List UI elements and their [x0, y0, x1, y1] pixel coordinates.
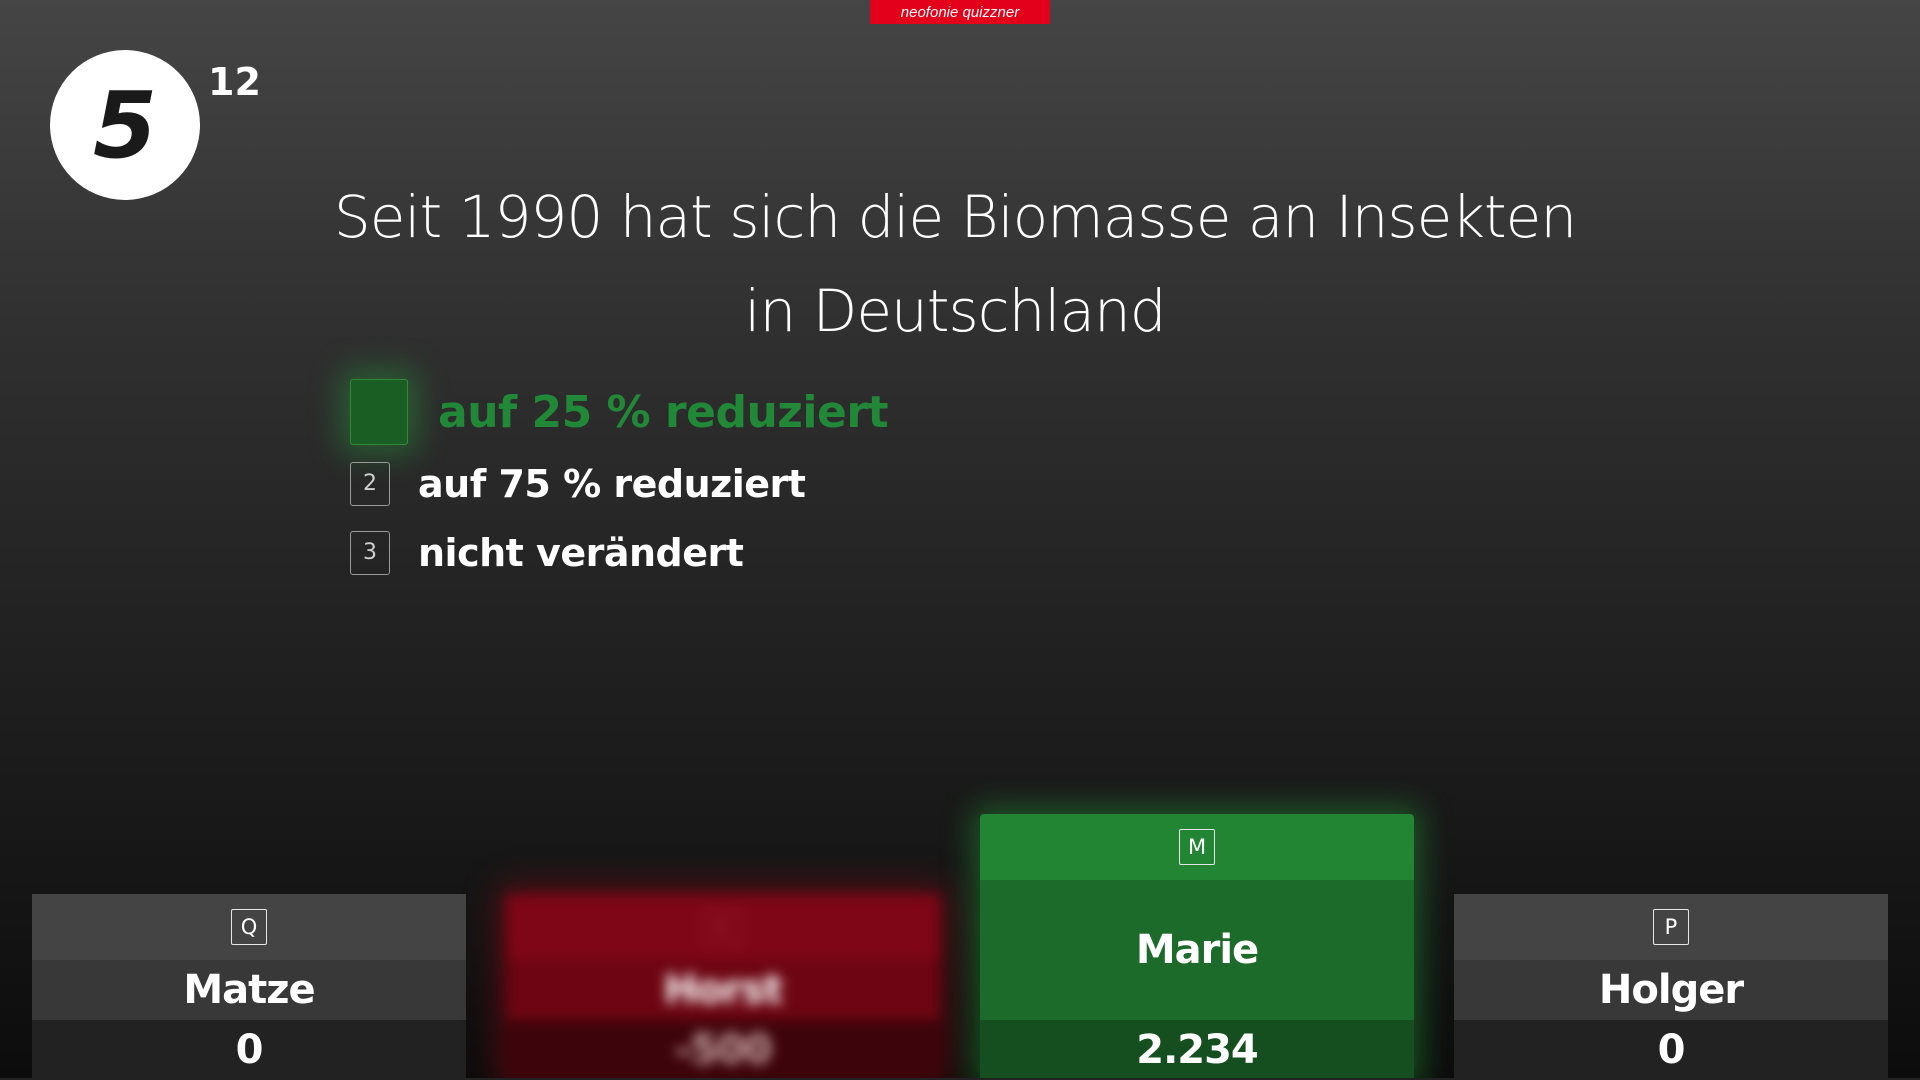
player-score: -500 — [506, 1020, 940, 1080]
player-key-row: P — [1454, 894, 1888, 960]
question-line-1: Seit 1990 hat sich die Biomasse an Insek… — [333, 183, 1577, 251]
player-buzzer-key: Q — [231, 909, 267, 945]
answer-text-2: auf 75 % reduziert — [418, 461, 806, 506]
player-name: Horst — [506, 960, 940, 1020]
player-key-row: Q — [32, 894, 466, 960]
question-line-2: in Deutschland — [744, 277, 1166, 345]
player-name: Matze — [32, 960, 466, 1020]
player-card-marie: M Marie 2.234 — [980, 814, 1414, 1080]
player-buzzer-key: M — [1179, 829, 1215, 865]
player-name: Holger — [1454, 960, 1888, 1020]
player-score: 0 — [1454, 1020, 1888, 1080]
player-score: 2.234 — [980, 1020, 1414, 1080]
player-card-matze: Q Matze 0 — [32, 894, 466, 1080]
answer-list: auf 25 % reduziert 2 auf 75 % reduziert … — [350, 375, 889, 587]
player-buzzer-key: P — [1653, 909, 1689, 945]
round-number: 5 — [50, 50, 200, 200]
player-name: Marie — [980, 880, 1414, 1020]
player-key-row: C — [506, 894, 940, 960]
player-card-holger: P Holger 0 — [1454, 894, 1888, 1080]
answer-option-3[interactable]: 3 nicht verändert — [350, 518, 888, 587]
brand-tag: neofonie quizzner — [870, 0, 1050, 24]
answer-option-2[interactable]: 2 auf 75 % reduziert — [350, 449, 888, 518]
answer-text-3: nicht verändert — [418, 530, 744, 575]
answer-key-1[interactable] — [350, 379, 408, 445]
answer-key-2[interactable]: 2 — [350, 461, 390, 506]
player-buzzer-key: C — [705, 909, 741, 945]
player-key-row: M — [980, 814, 1414, 880]
answer-option-1[interactable]: auf 25 % reduziert — [350, 375, 889, 449]
question-text: Seit 1990 hat sich die Biomasse an Insek… — [300, 170, 1610, 358]
player-score: 0 — [32, 1020, 466, 1080]
player-card-horst: C Horst -500 — [506, 894, 940, 1080]
round-total: 12 — [208, 60, 261, 104]
answer-key-3[interactable]: 3 — [350, 530, 390, 575]
answer-text-1: auf 25 % reduziert — [438, 386, 889, 438]
